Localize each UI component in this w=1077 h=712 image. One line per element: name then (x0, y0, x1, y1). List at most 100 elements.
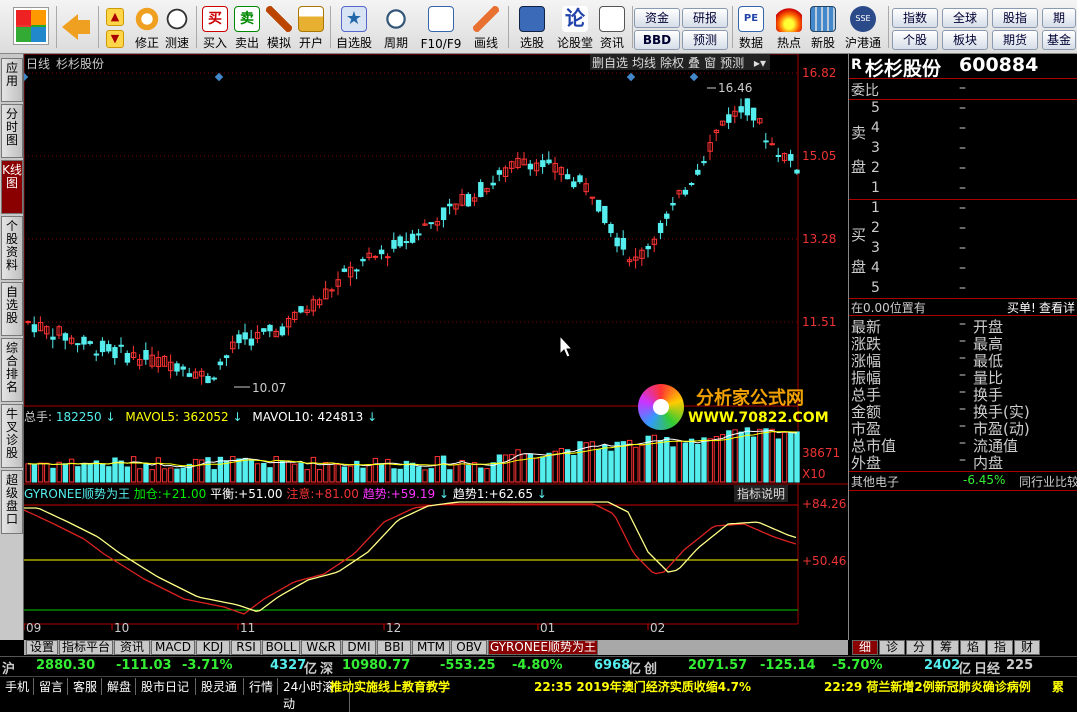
tab-intraday[interactable]: 分时图 (1, 104, 23, 158)
candle-body[interactable] (180, 366, 186, 370)
open-account-button[interactable]: 开户 (296, 2, 326, 52)
quote-detail-tab[interactable]: 指 (987, 640, 1013, 655)
status-button[interactable]: 客服 (70, 678, 102, 695)
down-arrow-icon[interactable]: ▼ (106, 30, 124, 48)
status-button[interactable]: 股灵通 (198, 678, 244, 695)
candle-body[interactable] (447, 203, 453, 207)
forecast-button[interactable]: 预测 (682, 30, 728, 50)
sell-level-price[interactable]: – (959, 180, 966, 196)
industry-name[interactable]: 其他电子 (851, 473, 899, 490)
buy-level-price[interactable]: – (959, 220, 966, 236)
candle-body[interactable] (93, 353, 100, 356)
modify-button[interactable]: 修正 (132, 2, 162, 52)
overlay-button[interactable]: 叠 (686, 56, 702, 70)
indicator-tab[interactable]: RSI (231, 640, 261, 655)
expand-icon[interactable]: ▸▾ (750, 56, 770, 70)
candle-body[interactable] (682, 189, 689, 195)
indicator-tab[interactable]: 指标平台 (59, 640, 113, 655)
candle-body[interactable] (354, 269, 360, 272)
hotspot-button[interactable]: 热点 (772, 2, 806, 52)
single-stock-button[interactable]: 个股 (892, 30, 938, 50)
event-marker-icon[interactable] (24, 72, 29, 82)
candle-body[interactable] (571, 181, 577, 188)
sell-level-price[interactable]: – (959, 120, 966, 136)
sell-button[interactable]: 卖卖出 (232, 2, 262, 52)
status-button[interactable]: 留言 (36, 678, 68, 695)
candle-body[interactable] (211, 377, 217, 380)
candle-body[interactable] (540, 160, 546, 168)
candle-body[interactable] (112, 347, 118, 359)
news-item[interactable]: 22:35 2019年澳门经济实质收缩4.7% (534, 678, 751, 695)
candle-body[interactable] (223, 355, 230, 359)
watchlist-button[interactable]: ★ 自选股 (334, 2, 374, 52)
candle-body[interactable] (645, 245, 651, 250)
indicator-tab[interactable]: 设置 (26, 640, 58, 655)
indicator-help-button[interactable]: 指标说明 (734, 485, 789, 502)
hk-connect-button[interactable]: SSE HKE 沪港通 (842, 2, 884, 52)
candle-body[interactable] (478, 182, 484, 198)
quote-detail-tab[interactable]: 诊 (879, 640, 905, 655)
report-button[interactable]: 研报 (682, 8, 728, 28)
quote-detail-tab[interactable]: 细 (852, 640, 878, 655)
candle-body[interactable] (664, 213, 670, 219)
candle-body[interactable] (236, 334, 242, 344)
candle-body[interactable] (106, 344, 112, 352)
candle-body[interactable] (490, 182, 496, 186)
status-button[interactable]: 手机 (2, 678, 34, 695)
draw-line-button[interactable]: 画线 (466, 2, 506, 52)
candle-body[interactable] (496, 170, 503, 175)
tab-ranking[interactable]: 综合排名 (1, 338, 23, 402)
window-button[interactable]: 窗 (702, 56, 718, 70)
period-label[interactable]: 日线 (26, 55, 50, 72)
candle-body[interactable] (775, 154, 782, 157)
candle-body[interactable] (124, 352, 131, 363)
stock-picker-button[interactable]: 选股 (512, 2, 552, 52)
indicator-tab[interactable]: W&R (301, 640, 341, 655)
candle-body[interactable] (670, 202, 676, 206)
event-marker-icon[interactable] (214, 72, 224, 82)
indicator-tab[interactable]: GYRONEE顺势为王 (488, 640, 598, 655)
candle-body[interactable] (794, 169, 800, 174)
candle-body[interactable] (205, 375, 211, 384)
status-button[interactable]: 解盘 (104, 678, 136, 695)
candle-body[interactable] (763, 140, 769, 143)
candle-body[interactable] (50, 336, 56, 340)
index-button[interactable]: 指数 (892, 8, 938, 28)
candle-body[interactable] (465, 193, 472, 207)
sector-button[interactable]: 板块 (942, 30, 988, 50)
forecast-tool-button[interactable]: 预测 (718, 56, 746, 70)
candle-body[interactable] (261, 328, 267, 332)
delete-watchlist-button[interactable]: 删自选 (590, 56, 630, 70)
candle-body[interactable] (372, 255, 379, 258)
tab-diagnosis[interactable]: 牛叉诊股 (1, 404, 23, 468)
candle-body[interactable] (416, 233, 422, 236)
candle-body[interactable] (701, 161, 707, 164)
candle-body[interactable] (242, 332, 248, 340)
indicator-tab[interactable]: MTM (412, 640, 450, 655)
candle-body[interactable] (440, 207, 447, 221)
news-item[interactable]: 22:29 荷兰新增2例新冠肺炎确诊病例 (824, 678, 1031, 695)
candle-body[interactable] (403, 241, 410, 244)
news-button[interactable]: 资讯 (596, 2, 628, 52)
back-arrow-icon[interactable] (62, 14, 78, 40)
sell-level-price[interactable]: – (959, 160, 966, 176)
exright-button[interactable]: 除权 (658, 56, 686, 70)
candle-body[interactable] (31, 324, 38, 333)
candle-body[interactable] (174, 363, 180, 372)
candle-body[interactable] (378, 249, 385, 255)
candle-body[interactable] (657, 222, 664, 234)
speedtest-button[interactable]: 测速 (162, 2, 192, 52)
candle-body[interactable] (385, 256, 391, 259)
candle-body[interactable] (695, 169, 701, 175)
kline-chart-svg[interactable] (24, 54, 848, 640)
candle-body[interactable] (726, 114, 732, 123)
forum-button[interactable]: 论论股堂 (554, 2, 596, 52)
event-marker-icon[interactable] (689, 72, 699, 82)
candle-body[interactable] (298, 306, 304, 313)
period-tab-button[interactable]: 期 (1042, 8, 1076, 28)
indicator-tab[interactable]: BBI (377, 640, 411, 655)
industry-compare-link[interactable]: 同行业比较 (1019, 473, 1077, 490)
candle-body[interactable] (75, 343, 81, 346)
indicator-tab[interactable]: DMI (342, 640, 376, 655)
buy-level-price[interactable]: – (959, 200, 966, 216)
